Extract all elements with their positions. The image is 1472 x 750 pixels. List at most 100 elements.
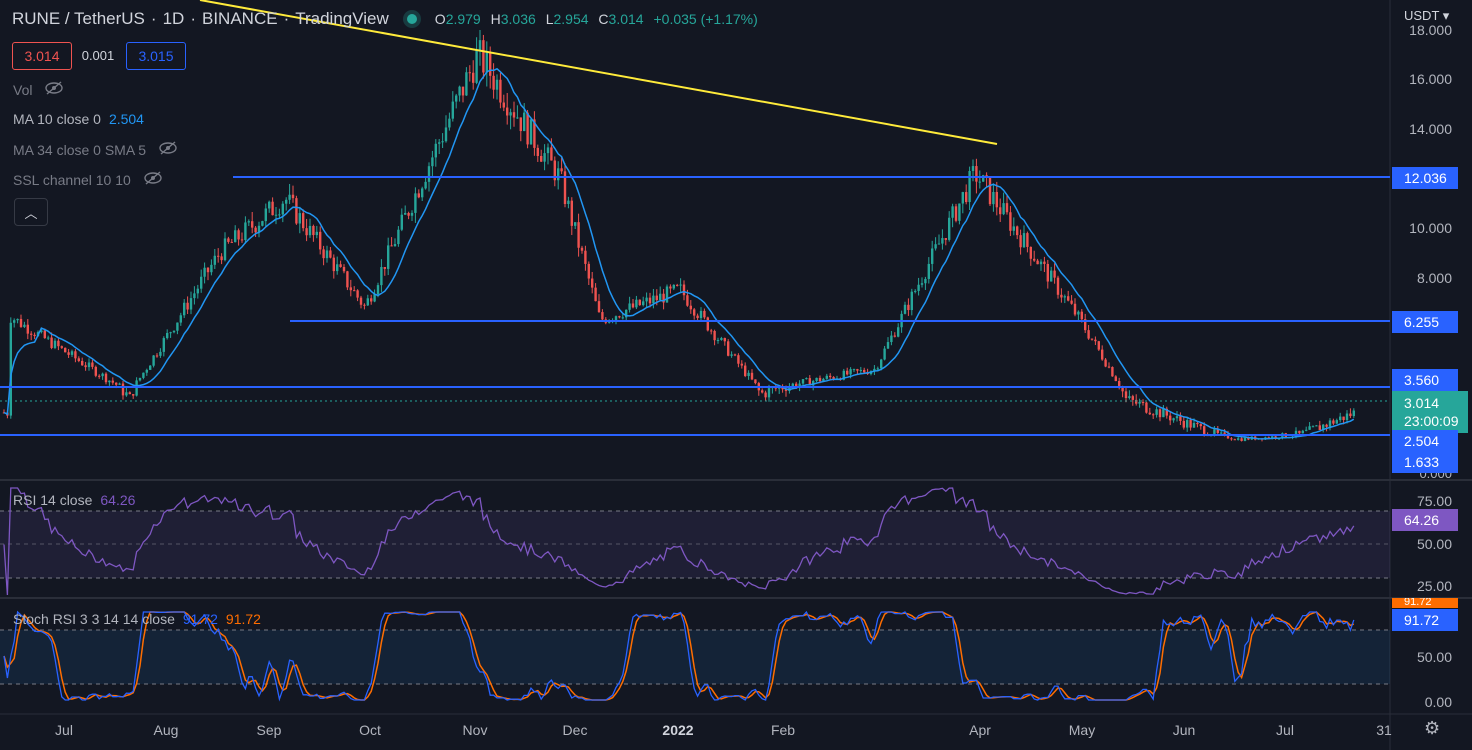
candle-body[interactable] bbox=[1311, 426, 1315, 428]
candle-body[interactable] bbox=[322, 249, 325, 259]
candle-body[interactable] bbox=[665, 286, 669, 303]
candle-body[interactable] bbox=[1029, 246, 1032, 259]
candle-body[interactable] bbox=[349, 287, 352, 291]
candle-body[interactable] bbox=[1070, 300, 1073, 304]
candle-body[interactable] bbox=[186, 302, 189, 310]
candle-body[interactable] bbox=[67, 352, 70, 355]
candle-body[interactable] bbox=[91, 362, 94, 367]
candle-body[interactable] bbox=[108, 380, 111, 383]
candle-body[interactable] bbox=[1026, 233, 1029, 247]
candle-body[interactable] bbox=[278, 214, 281, 216]
candle-body[interactable] bbox=[1067, 296, 1070, 301]
market-status-icon[interactable] bbox=[406, 14, 417, 24]
candle-body[interactable] bbox=[475, 50, 478, 83]
candle-body[interactable] bbox=[689, 305, 692, 310]
stoch-k-tag[interactable]: 91.72 bbox=[1392, 609, 1458, 631]
candle-body[interactable] bbox=[240, 239, 244, 241]
candle-body[interactable] bbox=[672, 284, 675, 289]
candle-body[interactable] bbox=[183, 302, 186, 316]
candle-body[interactable] bbox=[288, 194, 291, 200]
candle-body[interactable] bbox=[859, 369, 862, 371]
candle-body[interactable] bbox=[1192, 423, 1196, 428]
candle-body[interactable] bbox=[580, 247, 584, 251]
candle-body[interactable] bbox=[121, 383, 125, 396]
candle-body[interactable] bbox=[465, 72, 468, 96]
candle-body[interactable] bbox=[903, 304, 907, 314]
candle-body[interactable] bbox=[478, 40, 482, 51]
candle-body[interactable] bbox=[693, 309, 696, 316]
candle-body[interactable] bbox=[251, 221, 254, 228]
candle-body[interactable] bbox=[94, 366, 97, 376]
candle-body[interactable] bbox=[713, 330, 716, 341]
candle-body[interactable] bbox=[281, 203, 284, 215]
candle-body[interactable] bbox=[999, 207, 1002, 215]
candle-body[interactable] bbox=[863, 369, 866, 373]
candle-body[interactable] bbox=[111, 380, 114, 383]
candle-body[interactable] bbox=[631, 303, 635, 308]
buy-button[interactable]: 3.015 bbox=[126, 42, 186, 70]
candle-body[interactable] bbox=[1053, 270, 1056, 278]
candle-body[interactable] bbox=[166, 332, 169, 339]
candle-body[interactable] bbox=[1005, 203, 1009, 213]
candle-body[interactable] bbox=[1339, 416, 1342, 421]
candle-body[interactable] bbox=[397, 229, 400, 245]
candle-body[interactable] bbox=[1118, 381, 1121, 387]
candle-body[interactable] bbox=[149, 365, 152, 370]
candle-body[interactable] bbox=[744, 365, 747, 377]
candle-body[interactable] bbox=[81, 360, 84, 366]
candle-body[interactable] bbox=[965, 192, 968, 203]
level-tag[interactable]: 12.036 bbox=[1392, 167, 1458, 189]
candle-body[interactable] bbox=[917, 284, 920, 291]
candle-body[interactable] bbox=[815, 377, 818, 381]
candle-body[interactable] bbox=[1345, 413, 1349, 420]
candle-body[interactable] bbox=[614, 316, 618, 320]
candle-body[interactable] bbox=[1335, 420, 1338, 424]
candle-body[interactable] bbox=[601, 312, 604, 320]
candle-body[interactable] bbox=[1301, 430, 1304, 434]
candle-body[interactable] bbox=[951, 206, 954, 218]
candle-body[interactable] bbox=[682, 284, 686, 296]
candle-body[interactable] bbox=[1087, 330, 1090, 339]
sell-button[interactable]: 3.014 bbox=[12, 42, 72, 70]
candle-body[interactable] bbox=[1111, 367, 1114, 377]
candle-body[interactable] bbox=[1182, 420, 1185, 428]
candle-body[interactable] bbox=[30, 333, 33, 335]
candle-body[interactable] bbox=[472, 72, 475, 83]
candle-body[interactable] bbox=[189, 298, 193, 310]
candle-body[interactable] bbox=[1325, 424, 1328, 427]
candle-body[interactable] bbox=[1046, 263, 1049, 282]
candle-body[interactable] bbox=[237, 230, 240, 240]
candle-body[interactable] bbox=[359, 297, 363, 305]
candle-body[interactable] bbox=[312, 225, 315, 236]
candle-body[interactable] bbox=[737, 355, 740, 364]
candle-body[interactable] bbox=[829, 375, 832, 378]
candle-body[interactable] bbox=[747, 372, 750, 377]
candle-body[interactable] bbox=[659, 293, 662, 301]
candle-body[interactable] bbox=[98, 375, 101, 377]
candle-body[interactable] bbox=[380, 267, 383, 286]
candle-body[interactable] bbox=[1090, 338, 1094, 340]
candle-body[interactable] bbox=[849, 369, 852, 375]
candle-body[interactable] bbox=[353, 290, 356, 292]
candle-body[interactable] bbox=[1039, 261, 1043, 265]
candle-body[interactable] bbox=[47, 337, 50, 339]
candle-body[interactable] bbox=[210, 264, 213, 273]
candle-body[interactable] bbox=[342, 266, 346, 272]
candle-body[interactable] bbox=[1179, 416, 1182, 421]
candle-body[interactable] bbox=[975, 166, 978, 182]
candle-body[interactable] bbox=[152, 355, 155, 366]
candle-body[interactable] bbox=[101, 373, 104, 377]
candle-body[interactable] bbox=[135, 380, 138, 396]
candle-body[interactable] bbox=[1145, 402, 1148, 413]
candle-body[interactable] bbox=[43, 330, 46, 339]
candle-body[interactable] bbox=[393, 244, 397, 247]
candle-body[interactable] bbox=[1012, 226, 1015, 231]
candle-body[interactable] bbox=[1094, 339, 1097, 342]
candle-body[interactable] bbox=[727, 341, 730, 356]
candle-body[interactable] bbox=[438, 142, 441, 144]
candle-body[interactable] bbox=[676, 284, 679, 286]
candle-body[interactable] bbox=[64, 347, 67, 353]
candle-body[interactable] bbox=[1060, 294, 1063, 298]
candle-body[interactable] bbox=[468, 72, 471, 74]
candle-body[interactable] bbox=[1114, 376, 1117, 382]
